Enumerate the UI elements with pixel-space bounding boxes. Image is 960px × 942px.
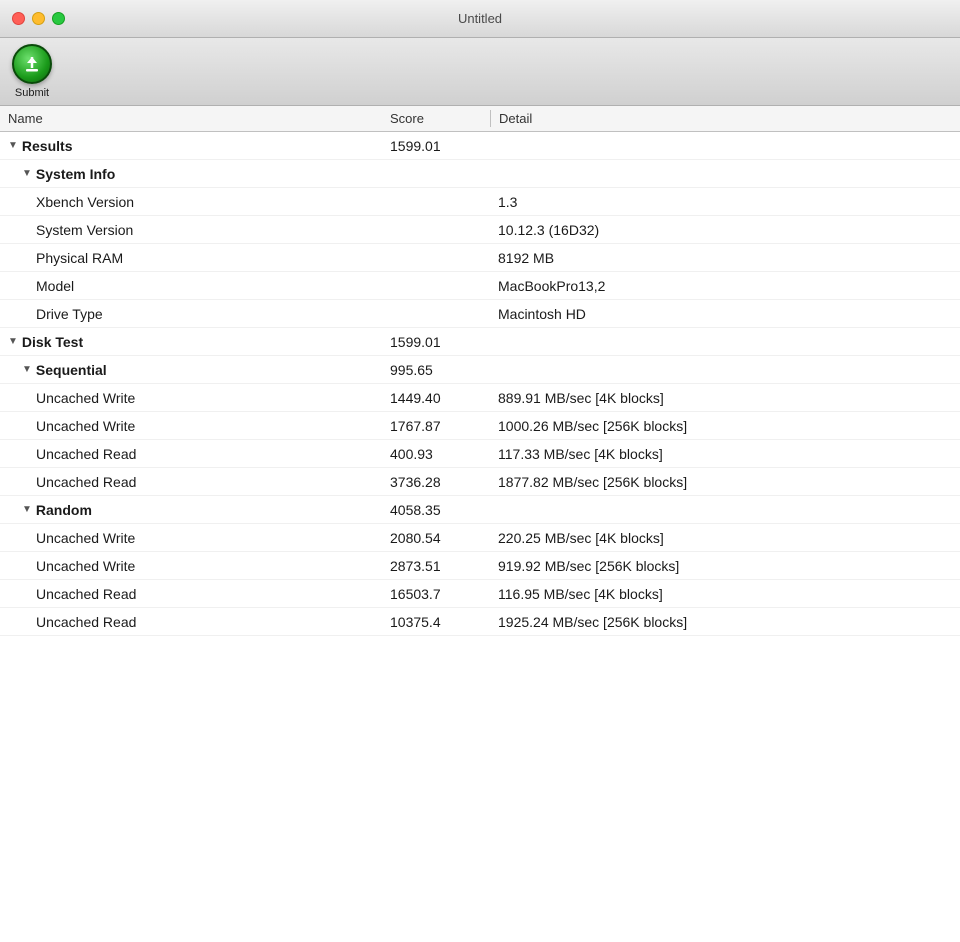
table-row[interactable]: Model MacBookPro13,2: [0, 272, 960, 300]
table-row[interactable]: Drive Type Macintosh HD: [0, 300, 960, 328]
row-detail-value: 1925.24 MB/sec [256K blocks]: [490, 614, 960, 630]
close-button[interactable]: [12, 12, 25, 25]
row-name-label: Sequential: [36, 362, 107, 378]
row-detail-value: 10.12.3 (16D32): [490, 222, 960, 238]
row-detail-value: 919.92 MB/sec [256K blocks]: [490, 558, 960, 574]
titlebar: Untitled: [0, 0, 960, 38]
titlebar-buttons: [12, 12, 65, 25]
table-row[interactable]: Uncached Read 10375.41925.24 MB/sec [256K…: [0, 608, 960, 636]
column-headers: Name Score Detail: [0, 106, 960, 132]
row-name-label: Results: [22, 138, 73, 154]
row-detail-value: 889.91 MB/sec [4K blocks]: [490, 390, 960, 406]
row-name-label: Model: [36, 278, 74, 294]
row-name-label: System Info: [36, 166, 115, 182]
row-name-label: Uncached Write: [36, 530, 135, 546]
table-row[interactable]: Uncached Read 3736.281877.82 MB/sec [256K…: [0, 468, 960, 496]
submit-label: Submit: [15, 87, 49, 99]
row-score-value: 1599.01: [390, 138, 490, 154]
row-detail-value: 116.95 MB/sec [4K blocks]: [490, 586, 960, 602]
table-row[interactable]: Uncached Read 400.93117.33 MB/sec [4K blo…: [0, 440, 960, 468]
row-score-value: 1599.01: [390, 334, 490, 350]
row-detail-value: 1.3: [490, 194, 960, 210]
col-header-name: Name: [0, 111, 390, 126]
row-name-label: Random: [36, 502, 92, 518]
row-detail-value: 1000.26 MB/sec [256K blocks]: [490, 418, 960, 434]
row-score-value: 10375.4: [390, 614, 490, 630]
row-name-label: Uncached Read: [36, 586, 136, 602]
submit-icon: [12, 44, 52, 84]
row-score-value: 400.93: [390, 446, 490, 462]
expand-triangle-icon[interactable]: ▼: [22, 168, 32, 179]
col-header-score: Score: [390, 111, 490, 126]
row-name-label: Uncached Read: [36, 614, 136, 630]
table-row[interactable]: System Version 10.12.3 (16D32): [0, 216, 960, 244]
col-header-detail: Detail: [491, 111, 960, 126]
row-name-label: Uncached Write: [36, 558, 135, 574]
row-name-label: System Version: [36, 222, 133, 238]
row-score-value: 3736.28: [390, 474, 490, 490]
row-detail-value: 8192 MB: [490, 250, 960, 266]
content-area: ▼ Results 1599.01 ▼ System Info Xbench Versio…: [0, 132, 960, 942]
row-detail-value: 220.25 MB/sec [4K blocks]: [490, 530, 960, 546]
table-row[interactable]: Uncached Write 1449.40889.91 MB/sec [4K b…: [0, 384, 960, 412]
row-name-label: Disk Test: [22, 334, 83, 350]
row-score-value: 16503.7: [390, 586, 490, 602]
table-row[interactable]: Uncached Read 16503.7116.95 MB/sec [4K bl…: [0, 580, 960, 608]
expand-triangle-icon[interactable]: ▼: [22, 364, 32, 375]
table-row[interactable]: ▼ System Info: [0, 160, 960, 188]
row-name-label: Uncached Read: [36, 446, 136, 462]
row-name-label: Uncached Write: [36, 390, 135, 406]
table-row[interactable]: ▼ Random 4058.35: [0, 496, 960, 524]
table-row[interactable]: ▼ Sequential 995.65: [0, 356, 960, 384]
row-score-value: 2080.54: [390, 530, 490, 546]
row-score-value: 1449.40: [390, 390, 490, 406]
expand-triangle-icon[interactable]: ▼: [8, 336, 18, 347]
minimize-button[interactable]: [32, 12, 45, 25]
row-name-label: Drive Type: [36, 306, 103, 322]
table-row[interactable]: Uncached Write 2873.51919.92 MB/sec [256K…: [0, 552, 960, 580]
maximize-button[interactable]: [52, 12, 65, 25]
table-row[interactable]: Uncached Write 2080.54220.25 MB/sec [4K b…: [0, 524, 960, 552]
row-score-value: 1767.87: [390, 418, 490, 434]
table-row[interactable]: Xbench Version 1.3: [0, 188, 960, 216]
expand-triangle-icon[interactable]: ▼: [22, 504, 32, 515]
row-score-value: 2873.51: [390, 558, 490, 574]
toolbar: Submit: [0, 38, 960, 106]
expand-triangle-icon[interactable]: ▼: [8, 140, 18, 151]
row-name-label: Uncached Read: [36, 474, 136, 490]
submit-button[interactable]: Submit: [12, 44, 52, 99]
row-score-value: 995.65: [390, 362, 490, 378]
table-row[interactable]: Physical RAM 8192 MB: [0, 244, 960, 272]
row-name-label: Uncached Write: [36, 418, 135, 434]
row-detail-value: 1877.82 MB/sec [256K blocks]: [490, 474, 960, 490]
row-name-label: Xbench Version: [36, 194, 134, 210]
window-title: Untitled: [458, 11, 502, 26]
table-row[interactable]: ▼ Disk Test 1599.01: [0, 328, 960, 356]
row-detail-value: Macintosh HD: [490, 306, 960, 322]
row-detail-value: 117.33 MB/sec [4K blocks]: [490, 446, 960, 462]
table-row[interactable]: ▼ Results 1599.01: [0, 132, 960, 160]
row-detail-value: MacBookPro13,2: [490, 278, 960, 294]
row-score-value: 4058.35: [390, 502, 490, 518]
table-row[interactable]: Uncached Write 1767.871000.26 MB/sec [256…: [0, 412, 960, 440]
row-name-label: Physical RAM: [36, 250, 123, 266]
